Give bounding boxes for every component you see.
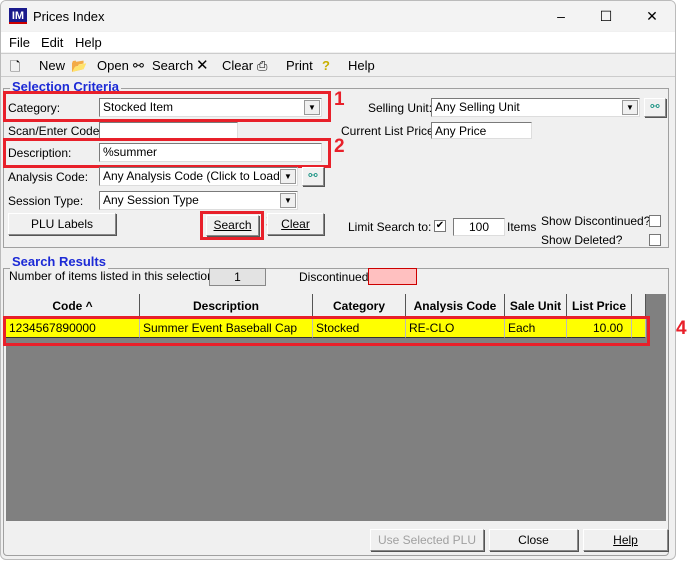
chevron-down-icon[interactable]: ▼	[622, 100, 638, 115]
show-deleted-label: Show Deleted?	[541, 233, 623, 247]
column-header-description[interactable]: Description	[140, 294, 313, 318]
discontinued-legend-label: Discontinued	[299, 270, 369, 284]
session-type-value: Any Session Type	[103, 193, 199, 207]
minimize-button[interactable]: –	[541, 5, 581, 27]
toolbar-search[interactable]: Search	[152, 58, 193, 73]
limit-search-input[interactable]: 100	[453, 218, 505, 236]
item-count-value: 1	[209, 268, 266, 286]
help-question-icon[interactable]: ?	[322, 58, 330, 73]
column-header-blank	[632, 294, 646, 318]
prices-index-window: IM Prices Index – ☐ ✕ File Edit Help 🗋 N…	[0, 0, 676, 560]
window-title: Prices Index	[33, 9, 105, 24]
toolbar-clear[interactable]: Clear	[222, 58, 253, 73]
list-price-input[interactable]: Any Price	[431, 122, 532, 139]
toolbar-new[interactable]: New	[39, 58, 65, 73]
plu-labels-button[interactable]: PLU Labels	[8, 213, 116, 235]
close-window-button[interactable]: ✕	[632, 5, 672, 27]
discontinued-color-swatch	[368, 268, 417, 285]
search-results-title: Search Results	[10, 254, 108, 269]
menu-help[interactable]: Help	[75, 35, 102, 50]
help-button[interactable]: Help	[583, 529, 668, 551]
scan-code-label: Scan/Enter Code:	[8, 124, 103, 138]
column-header-code[interactable]: Code ^	[6, 294, 140, 318]
binoculars-icon[interactable]: ⚯	[133, 58, 144, 74]
selling-unit-select[interactable]: Any Selling Unit ▼	[431, 98, 640, 117]
selling-unit-label: Selling Unit:	[368, 101, 433, 115]
show-discontinued-label: Show Discontinued?	[541, 214, 651, 228]
menu-bar: File Edit Help	[1, 32, 675, 52]
annotation-box-4	[3, 316, 650, 346]
column-header-category[interactable]: Category	[313, 294, 406, 318]
selling-unit-binoculars-icon[interactable]: ⚯	[644, 98, 666, 117]
menu-edit[interactable]: Edit	[41, 35, 63, 50]
analysis-code-value: Any Analysis Code (Click to Load)	[103, 169, 284, 183]
column-header-sale-unit[interactable]: Sale Unit	[505, 294, 567, 318]
annotation-number-2: 2	[334, 136, 345, 157]
annotation-box-1	[3, 91, 331, 122]
selling-unit-value: Any Selling Unit	[435, 100, 520, 114]
column-header-analysis-code[interactable]: Analysis Code	[406, 294, 505, 318]
annotation-box-3	[200, 211, 264, 240]
column-header-list-price[interactable]: List Price	[567, 294, 632, 318]
limit-search-checkbox[interactable]: ✔	[434, 220, 446, 232]
annotation-number-4: 4	[676, 318, 687, 339]
chevron-down-icon[interactable]: ▼	[280, 169, 296, 184]
annotation-box-2	[3, 138, 331, 168]
toolbar: 🗋 New 📂 Open ⚯ Search ✕ Clear ⎙ Print ? …	[1, 53, 675, 80]
toolbar-open[interactable]: Open	[97, 58, 129, 73]
menu-file[interactable]: File	[9, 35, 30, 50]
analysis-lookup-binoculars-icon[interactable]: ⚯	[302, 167, 324, 186]
show-discontinued-checkbox[interactable]	[649, 215, 661, 227]
use-selected-plu-button: Use Selected PLU	[370, 529, 484, 551]
limit-search-label: Limit Search to:	[348, 220, 432, 234]
analysis-code-select[interactable]: Any Analysis Code (Click to Load) ▼	[99, 167, 298, 186]
show-deleted-checkbox[interactable]	[649, 234, 661, 246]
session-type-select[interactable]: Any Session Type ▼	[99, 191, 298, 210]
close-button[interactable]: Close	[489, 529, 578, 551]
new-document-icon[interactable]: 🗋	[10, 58, 20, 80]
item-count-label: Number of items listed in this selection…	[9, 269, 218, 283]
analysis-code-label: Analysis Code:	[8, 170, 89, 184]
list-price-label: Current List Price:	[341, 124, 438, 138]
printer-icon[interactable]: ⎙	[257, 58, 267, 74]
toolbar-help[interactable]: Help	[348, 58, 375, 73]
annotation-number-1: 1	[334, 89, 345, 110]
open-folder-icon[interactable]: 📂	[71, 58, 87, 74]
maximize-button[interactable]: ☐	[586, 5, 626, 27]
clear-button[interactable]: Clear	[267, 213, 324, 235]
title-bar: IM Prices Index – ☐ ✕	[1, 1, 675, 31]
app-logo-icon: IM	[9, 8, 27, 24]
clear-x-icon[interactable]: ✕	[196, 56, 209, 74]
toolbar-print[interactable]: Print	[286, 58, 313, 73]
session-type-label: Session Type:	[8, 194, 84, 208]
scan-code-input[interactable]	[99, 122, 238, 139]
chevron-down-icon[interactable]: ▼	[280, 193, 296, 208]
items-label: Items	[507, 220, 537, 234]
